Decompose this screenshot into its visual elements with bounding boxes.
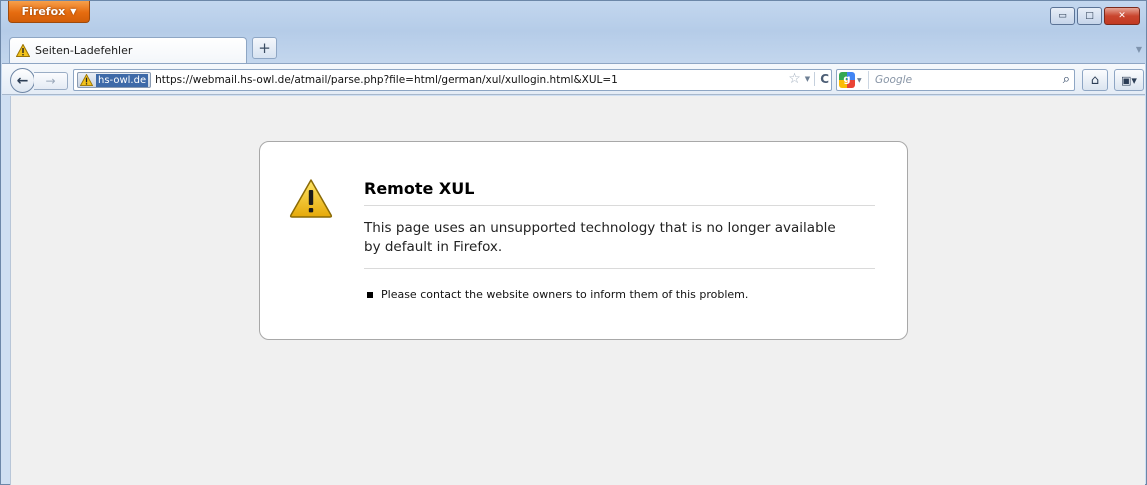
maximize-button[interactable]: □ bbox=[1077, 7, 1102, 25]
reload-icon[interactable]: C bbox=[814, 72, 829, 86]
home-button[interactable]: ⌂ bbox=[1082, 69, 1108, 91]
url-text[interactable]: https://webmail.hs-owl.de/atmail/parse.p… bbox=[155, 74, 618, 86]
browser-window: Firefox ▼ ▭ □ ✕ Seiten-Ladefehler + ▼ ← … bbox=[0, 0, 1147, 485]
search-engine-button[interactable]: g ▼ bbox=[839, 71, 869, 89]
warning-icon bbox=[289, 179, 333, 218]
chevron-down-icon: ▼ bbox=[70, 7, 77, 16]
back-button[interactable]: ← bbox=[10, 68, 35, 93]
history-dropdown-icon[interactable]: ▼ bbox=[805, 75, 810, 83]
firefox-menu-button[interactable]: Firefox ▼ bbox=[8, 1, 90, 23]
minimize-button[interactable]: ▭ bbox=[1050, 7, 1075, 25]
search-icon[interactable]: ⌕ bbox=[1063, 72, 1070, 87]
error-hint-item: Please contact the website owners to inf… bbox=[367, 288, 748, 301]
bullet-icon bbox=[367, 291, 373, 298]
close-button[interactable]: ✕ bbox=[1104, 7, 1140, 25]
page-content: Remote XUL This page uses an unsupported… bbox=[10, 96, 1145, 485]
firefox-menu-label: Firefox bbox=[21, 5, 66, 18]
identity-host: hs-owl.de bbox=[96, 73, 149, 87]
url-bar[interactable]: hs-owl.de https://webmail.hs-owl.de/atma… bbox=[73, 69, 832, 91]
bookmark-star-icon[interactable]: ☆ bbox=[788, 71, 801, 87]
bookmarks-button[interactable]: ▣▾ bbox=[1114, 69, 1144, 91]
forward-button[interactable]: → bbox=[34, 72, 68, 90]
navigation-toolbar: ← → hs-owl.de https://webmail.hs-owl.de/… bbox=[2, 63, 1145, 95]
google-icon: g bbox=[839, 72, 855, 88]
url-bar-actions: ☆ ▼ C bbox=[788, 71, 829, 87]
list-tabs-icon[interactable]: ▼ bbox=[1136, 45, 1142, 54]
search-input[interactable]: Google bbox=[875, 74, 912, 86]
chevron-down-icon: ▼ bbox=[857, 76, 862, 84]
new-tab-button[interactable]: + bbox=[252, 37, 277, 59]
home-icon: ⌂ bbox=[1090, 72, 1100, 88]
tab-label: Seiten-Ladefehler bbox=[35, 44, 133, 57]
error-title: Remote XUL bbox=[364, 179, 875, 206]
bookmarks-icon: ▣▾ bbox=[1121, 73, 1137, 87]
arrow-left-icon: ← bbox=[16, 72, 29, 89]
warning-icon bbox=[16, 44, 30, 57]
site-identity-button[interactable]: hs-owl.de bbox=[77, 72, 152, 88]
arrow-right-icon: → bbox=[45, 74, 56, 88]
error-hint-text: Please contact the website owners to inf… bbox=[381, 288, 749, 301]
tab-active[interactable]: Seiten-Ladefehler bbox=[9, 37, 247, 63]
window-controls: ▭ □ ✕ bbox=[1050, 7, 1140, 25]
search-bar[interactable]: g ▼ Google ⌕ bbox=[836, 69, 1075, 91]
error-description: This page uses an unsupported technology… bbox=[364, 220, 836, 255]
warning-icon bbox=[80, 74, 93, 86]
divider bbox=[364, 268, 875, 269]
error-page-container: Remote XUL This page uses an unsupported… bbox=[259, 141, 908, 340]
